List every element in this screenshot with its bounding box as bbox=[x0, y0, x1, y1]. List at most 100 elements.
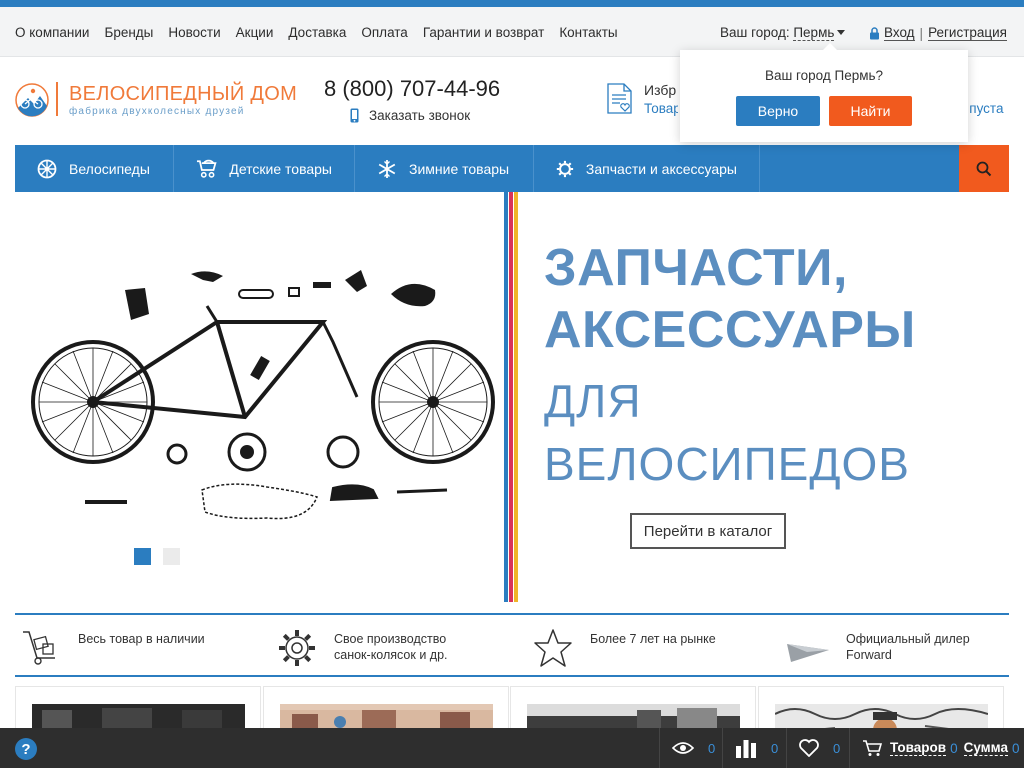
banner-stripe-yellow bbox=[514, 192, 518, 602]
register-link[interactable]: Регистрация bbox=[928, 25, 1007, 41]
feature-in-stock: Весь товар в наличии bbox=[21, 615, 261, 675]
banner-title-line-1: ЗАПЧАСТИ, bbox=[544, 239, 848, 297]
city-value[interactable]: Пермь bbox=[793, 25, 835, 41]
top-nav: О компании Бренды Новости Акции Доставка… bbox=[15, 25, 633, 40]
top-accent-stripe bbox=[0, 0, 1024, 7]
top-nav-about[interactable]: О компании bbox=[15, 25, 89, 40]
top-nav-payment[interactable]: Оплата bbox=[361, 25, 407, 40]
auth-links: Вход | Регистрация bbox=[869, 25, 1007, 41]
city-label: Ваш город: bbox=[720, 25, 790, 40]
top-nav-delivery[interactable]: Доставка bbox=[288, 25, 346, 40]
stroller-icon bbox=[196, 159, 217, 178]
eye-icon bbox=[672, 742, 694, 754]
city-selector[interactable]: Ваш город: Пермь bbox=[720, 25, 846, 41]
top-nav-news[interactable]: Новости bbox=[168, 25, 220, 40]
top-nav-warranty[interactable]: Гарантии и возврат bbox=[423, 25, 544, 40]
catalog-nav: Велосипеды Детские товары Зимние товары … bbox=[15, 145, 1009, 192]
login-link[interactable]: Вход bbox=[884, 25, 915, 41]
snowflake-icon bbox=[378, 159, 396, 178]
cart-icon bbox=[863, 740, 882, 756]
find-city-button[interactable]: Найти bbox=[829, 96, 912, 126]
feature-text: Более 7 лет на рынке bbox=[590, 631, 716, 647]
top-nav-brands[interactable]: Бренды bbox=[104, 25, 153, 40]
gear-icon bbox=[556, 160, 574, 177]
search-button[interactable] bbox=[959, 145, 1009, 192]
nav-item-label: Запчасти и аксессуары bbox=[585, 160, 737, 177]
compare-count: 0 bbox=[771, 740, 779, 756]
go-to-catalog-button[interactable]: Перейти в каталог bbox=[630, 513, 786, 549]
cart-boxes-icon bbox=[23, 631, 55, 665]
banner-title-line-4: ВЕЛОСИПЕДОВ bbox=[544, 438, 910, 490]
feature-text: Весь товар в наличии bbox=[78, 631, 205, 647]
promo-banner[interactable]: ЗАПЧАСТИ, АКСЕССУАРЫ ДЛЯ ВЕЛОСИПЕДОВ Пер… bbox=[15, 192, 1009, 602]
favorites-button[interactable]: 0 bbox=[786, 728, 849, 768]
feature-line-2: Forward bbox=[846, 648, 892, 662]
cart-goods-count: 0 bbox=[950, 740, 958, 756]
favorites-block[interactable]: Избр Товар bbox=[606, 82, 678, 122]
lock-icon bbox=[870, 26, 879, 39]
star-icon bbox=[534, 629, 572, 667]
top-nav-contacts[interactable]: Контакты bbox=[559, 25, 617, 40]
nav-item-parts[interactable]: Запчасти и аксессуары bbox=[534, 145, 760, 192]
favorites-count: 0 bbox=[833, 740, 841, 756]
feature-dealer: Официальный дилер Forward bbox=[785, 615, 1009, 675]
feature-line-1: Более 7 лет на рынке bbox=[590, 632, 716, 646]
forward-logo-icon bbox=[787, 644, 829, 662]
cart-sum-label[interactable]: Сумма bbox=[963, 740, 1008, 756]
feature-text: Официальный дилер Forward bbox=[846, 631, 970, 663]
banner-stripe-blue bbox=[504, 192, 508, 602]
gear-icon bbox=[279, 630, 315, 666]
top-nav-promos[interactable]: Акции bbox=[236, 25, 274, 40]
logo-name: ВЕЛОСИПЕДНЫЙ ДОМ bbox=[69, 83, 298, 105]
nav-item-label: Детские товары bbox=[229, 160, 332, 177]
site-logo[interactable]: ВЕЛОСИПЕДНЫЙ ДОМ фабрика двухколесных др… bbox=[14, 80, 297, 120]
favorites-title: Избр bbox=[644, 82, 677, 98]
bottom-toolbar: ? 0 0 0 Товаров 0 Сумма 0 bbox=[0, 728, 1024, 768]
cart-goods-label[interactable]: Товаров bbox=[890, 740, 947, 756]
wheel-icon bbox=[37, 159, 57, 178]
auth-separator: | bbox=[919, 25, 924, 41]
slider-dots bbox=[134, 548, 180, 565]
phone-number[interactable]: 8 (800) 707-44-96 bbox=[324, 76, 500, 102]
favorites-link[interactable]: Товар bbox=[644, 101, 678, 116]
nav-item-bicycles[interactable]: Велосипеды bbox=[15, 145, 174, 192]
feature-line-2: санок-колясок и др. bbox=[334, 648, 448, 662]
help-button[interactable]: ? bbox=[15, 738, 37, 760]
banner-title-line-2: АКСЕССУАРЫ bbox=[544, 301, 916, 359]
feature-line-1: Официальный дилер bbox=[846, 632, 970, 646]
feature-experience: Более 7 лет на рынке bbox=[533, 615, 773, 675]
viewed-count: 0 bbox=[708, 740, 716, 756]
banner-stripe-red bbox=[509, 192, 513, 602]
document-heart-icon bbox=[607, 83, 632, 114]
nav-item-label: Зимние товары bbox=[409, 160, 510, 177]
slider-dot-1[interactable] bbox=[134, 548, 151, 565]
heart-icon bbox=[799, 739, 819, 757]
bicycle-parts-illustration bbox=[31, 270, 495, 520]
feature-text: Свое производство санок-колясок и др. bbox=[334, 631, 448, 663]
logo-divider bbox=[56, 82, 58, 116]
cart-summary[interactable]: Товаров 0 Сумма 0 bbox=[849, 728, 1024, 768]
callback-link[interactable]: Заказать звонок bbox=[350, 108, 470, 123]
nav-item-kids[interactable]: Детские товары bbox=[174, 145, 355, 192]
city-question: Ваш город Пермь? bbox=[764, 68, 884, 83]
logo-tagline: фабрика двухколесных друзей bbox=[69, 106, 245, 117]
chevron-down-icon bbox=[837, 30, 846, 35]
nav-item-winter[interactable]: Зимние товары bbox=[355, 145, 534, 192]
feature-production: Свое производство санок-колясок и др. bbox=[277, 615, 517, 675]
search-icon bbox=[976, 161, 992, 176]
compare-bars-icon bbox=[736, 740, 756, 758]
mobile-phone-icon bbox=[350, 108, 359, 123]
cart-sum-value: 0 bbox=[1011, 740, 1020, 756]
city-confirm-popup: Ваш город Пермь? Верно Найти bbox=[680, 43, 968, 142]
cyclist-logo-icon bbox=[15, 83, 49, 117]
banner-title-line-3: ДЛЯ bbox=[544, 375, 642, 427]
banner-color-stripes bbox=[504, 192, 522, 602]
features-strip: Весь товар в наличии Свое производство са… bbox=[15, 613, 1009, 677]
viewed-items-button[interactable]: 0 bbox=[659, 728, 722, 768]
feature-line-1: Свое производство bbox=[334, 632, 447, 646]
nav-item-label: Велосипеды bbox=[69, 160, 150, 177]
compare-button[interactable]: 0 bbox=[722, 728, 786, 768]
slider-dot-2[interactable] bbox=[163, 548, 180, 565]
feature-line-1: Весь товар в наличии bbox=[78, 632, 205, 646]
confirm-city-button[interactable]: Верно bbox=[736, 96, 820, 126]
